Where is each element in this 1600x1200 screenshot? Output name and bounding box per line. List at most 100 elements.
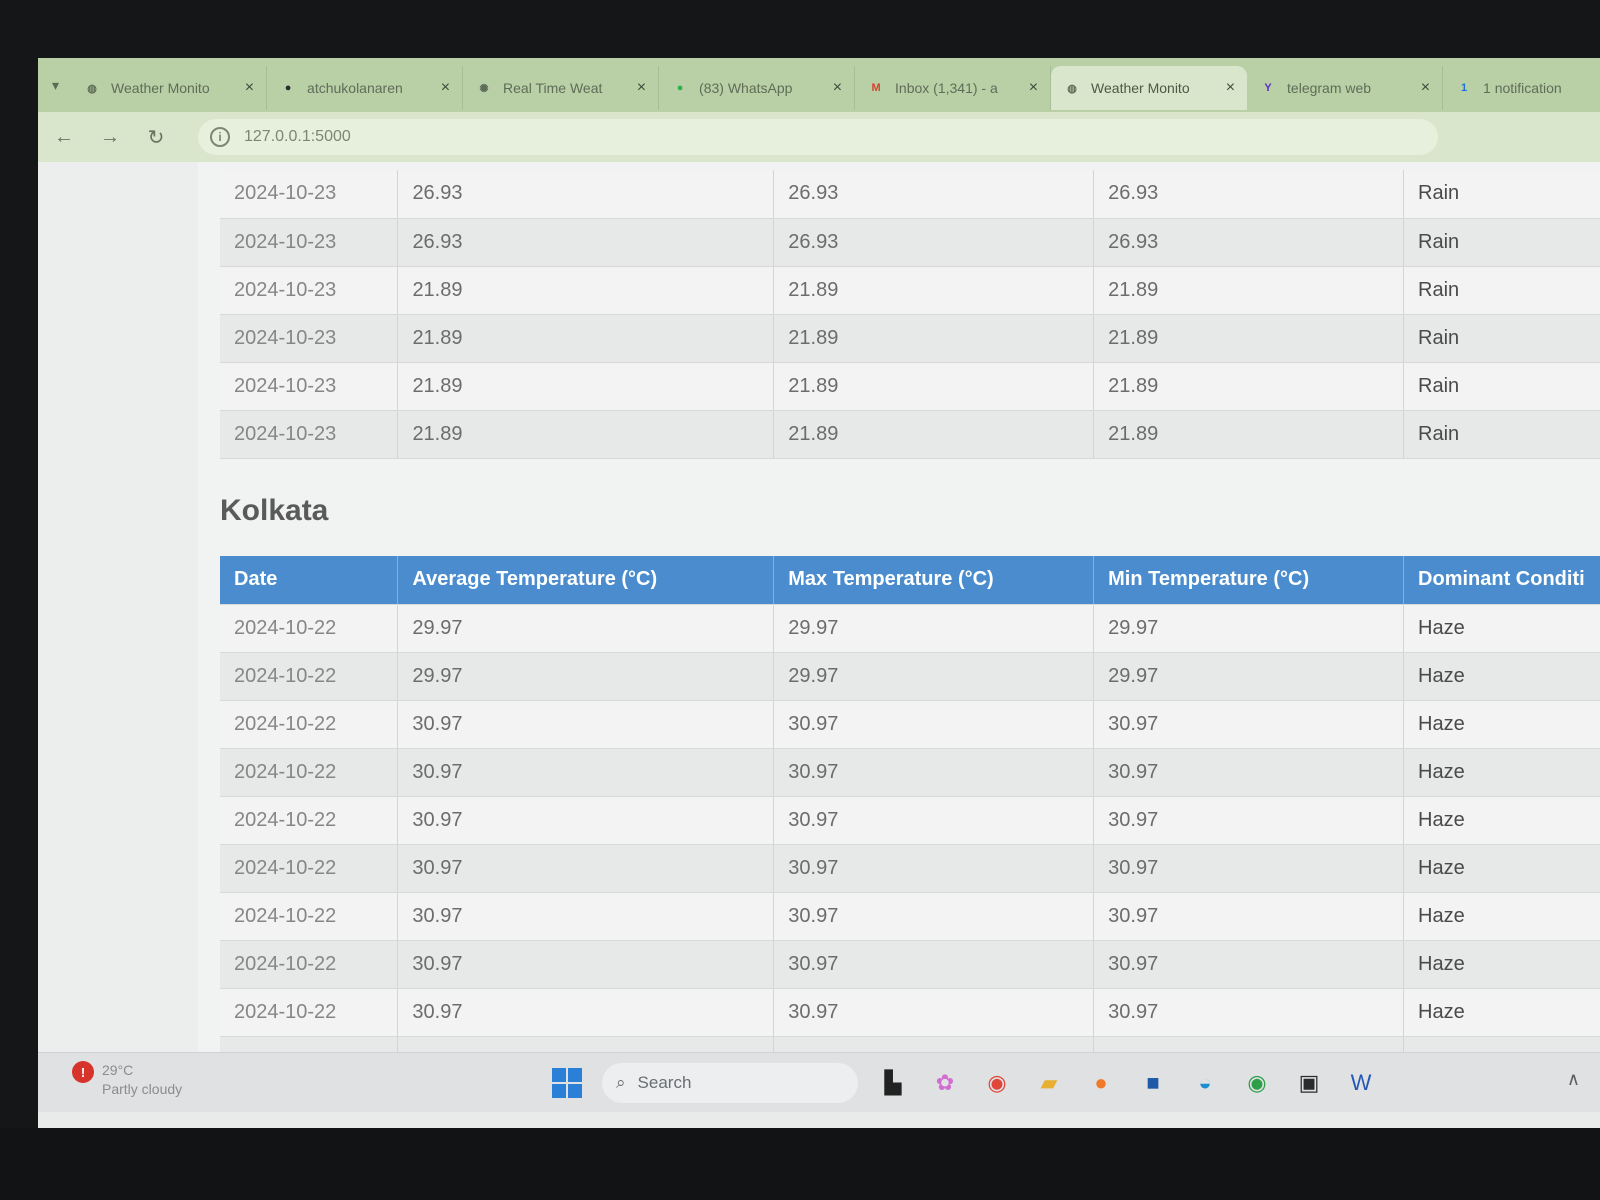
terminal-icon[interactable]: ▣ [1292, 1066, 1326, 1100]
file-explorer-icon[interactable]: ▰ [1032, 1066, 1066, 1100]
weather-widget[interactable]: ! 29°C Partly cloudy [72, 1061, 182, 1099]
table-cell: Haze [1403, 892, 1600, 941]
table-cell: 21.89 [397, 410, 775, 459]
table-cell: 30.97 [773, 796, 1095, 845]
chrome-icon[interactable]: ◉ [980, 1066, 1014, 1100]
browser-tab[interactable]: ✺ Real Time Weat × [463, 66, 660, 110]
tab-search-button[interactable]: ▾ [52, 70, 59, 100]
table-cell: Haze [1403, 604, 1600, 653]
table-cell: 26.93 [1093, 218, 1405, 267]
notification-icon: 1 [1460, 82, 1468, 94]
table-cell: 30.97 [773, 892, 1095, 941]
table-row: 2024-10-2230.9730.9730.97Haze [220, 988, 1600, 1037]
task-view-icon[interactable]: ▙ [876, 1066, 910, 1100]
copilot-icon[interactable]: ✿ [928, 1066, 962, 1100]
table-cell: 30.97 [397, 892, 775, 941]
table-cell: 30.97 [773, 940, 1095, 989]
table-cell: 2024-10-22 [220, 844, 399, 893]
weather-temp: 29°C [102, 1062, 134, 1078]
chevron-down-icon: ▾ [52, 76, 60, 93]
table-cell: 26.93 [397, 218, 775, 267]
tab-title: atchukolanaren [307, 80, 403, 96]
table-cell: 26.93 [773, 218, 1095, 267]
forward-button[interactable]: → [98, 126, 122, 149]
table-cell: 30.97 [1093, 892, 1405, 941]
browser-tab[interactable]: ● (83) WhatsApp × [659, 66, 856, 110]
edge-icon[interactable]: ◒ [1188, 1066, 1222, 1100]
close-icon[interactable]: × [245, 79, 254, 97]
table-cell: 30.97 [1093, 844, 1405, 893]
table-cell: 2024-10-23 [220, 314, 399, 363]
close-icon[interactable]: × [637, 79, 646, 97]
table-row: 2024-10-23 26.93 26.93 26.93 Rain [220, 218, 1600, 267]
table-cell: 21.89 [773, 410, 1095, 459]
table-cell: 29.97 [773, 652, 1095, 701]
table-cell: 2024-10-22 [220, 652, 399, 701]
chrome-active-icon[interactable]: ◉ [1240, 1066, 1274, 1100]
table-cell: Rain [1403, 410, 1600, 459]
column-header[interactable]: Average Temperature (°C) [397, 556, 775, 605]
close-icon[interactable]: × [833, 79, 842, 97]
tab-title: (83) WhatsApp [699, 80, 793, 96]
table-header-row: Date Average Temperature (°C) Max Temperat… [220, 556, 1600, 605]
close-icon[interactable]: × [1226, 79, 1235, 97]
table-cell: Rain [1403, 170, 1600, 219]
table-row: 2024-10-22 29.97 29.97 29.97 Haze [220, 652, 1600, 701]
windows-taskbar: ! 29°C Partly cloudy ⌕ Search ▙ ✿ ◉ ▰ ● … [38, 1052, 1600, 1112]
microsoft-store-icon[interactable]: ■ [1136, 1066, 1170, 1100]
city-heading: Kolkata [220, 494, 329, 527]
tab-title: telegram web [1287, 80, 1372, 96]
browser-tab[interactable]: ● atchukolanaren × [267, 66, 464, 110]
address-bar[interactable]: i 127.0.0.1:5000 [198, 119, 1438, 155]
table-cell: 29.97 [397, 604, 775, 653]
close-icon[interactable]: × [441, 79, 450, 97]
table-cell: 30.97 [773, 700, 1095, 749]
chevron-up-icon[interactable]: ∧ [1567, 1069, 1580, 1090]
table-cell: 29.97 [773, 604, 1095, 653]
close-icon[interactable]: × [1421, 79, 1430, 97]
browser-tab[interactable]: ◍ Weather Monito × [1051, 66, 1248, 110]
reload-button[interactable]: ↻ [144, 125, 168, 150]
browser-tab[interactable]: ◍ Weather Monito × [71, 66, 268, 110]
table-cell: 30.97 [1093, 748, 1405, 797]
start-button[interactable] [550, 1066, 584, 1100]
table-row: 2024-10-23 21.89 21.89 21.89 Rain [220, 410, 1600, 459]
browser-tab[interactable]: 1 1 notification [1443, 66, 1600, 110]
openai-icon: ✺ [479, 82, 489, 95]
back-button[interactable]: ← [52, 126, 76, 149]
table-cell: 2024-10-22 [220, 892, 399, 941]
close-icon[interactable]: × [1029, 79, 1038, 97]
table-cell: 21.89 [1093, 410, 1405, 459]
table-cell: 30.97 [773, 844, 1095, 893]
column-header[interactable]: Dominant Conditi [1403, 556, 1600, 605]
column-header[interactable]: Min Temperature (°C) [1093, 556, 1405, 605]
browser-tab[interactable]: Ytelegram web × [1247, 66, 1444, 110]
word-icon[interactable]: W [1344, 1066, 1378, 1100]
yahoo-icon: Y [1264, 82, 1272, 94]
table-cell: Haze [1403, 700, 1600, 749]
table-row: 2024-10-23 26.93 26.93 26.93 Rain [220, 170, 1600, 219]
table-cell: Haze [1403, 796, 1600, 845]
table-row: 2024-10-2230.9730.9730.97Haze [220, 748, 1600, 797]
firefox-icon[interactable]: ● [1084, 1066, 1118, 1100]
table-cell: 30.97 [1093, 1036, 1405, 1052]
table-row: 2024-10-2230.9730.9730.97Haze [220, 796, 1600, 845]
table-cell: 2024-10-22 [220, 604, 399, 653]
site-info-icon[interactable]: i [210, 127, 230, 147]
weather-desc: Partly cloudy [102, 1081, 183, 1097]
table-cell: 30.97 [397, 700, 775, 749]
column-header[interactable]: Max Temperature (°C) [773, 556, 1095, 605]
whatsapp-icon: ● [676, 82, 684, 94]
page-viewport[interactable]: 2024-10-23 26.93 26.93 26.93 Rain 2024-10-23 2… [38, 162, 1600, 1052]
github-icon: ● [284, 82, 292, 94]
tab-title: Weather Monito [1091, 80, 1190, 96]
weather-alert-icon: ! [72, 1061, 94, 1083]
taskbar-search[interactable]: ⌕ Search [602, 1063, 858, 1103]
table-cell: Rain [1403, 218, 1600, 267]
column-header[interactable]: Date [220, 556, 399, 605]
table-cell: 2024-10-23 [220, 170, 399, 219]
table-row: 2024-10-2230.9730.9730.97Haze [220, 1036, 1600, 1052]
table-cell: Haze [1403, 652, 1600, 701]
browser-tab[interactable]: M Inbox (1,341) - a × [855, 66, 1052, 110]
table-cell: 30.97 [397, 1036, 775, 1052]
